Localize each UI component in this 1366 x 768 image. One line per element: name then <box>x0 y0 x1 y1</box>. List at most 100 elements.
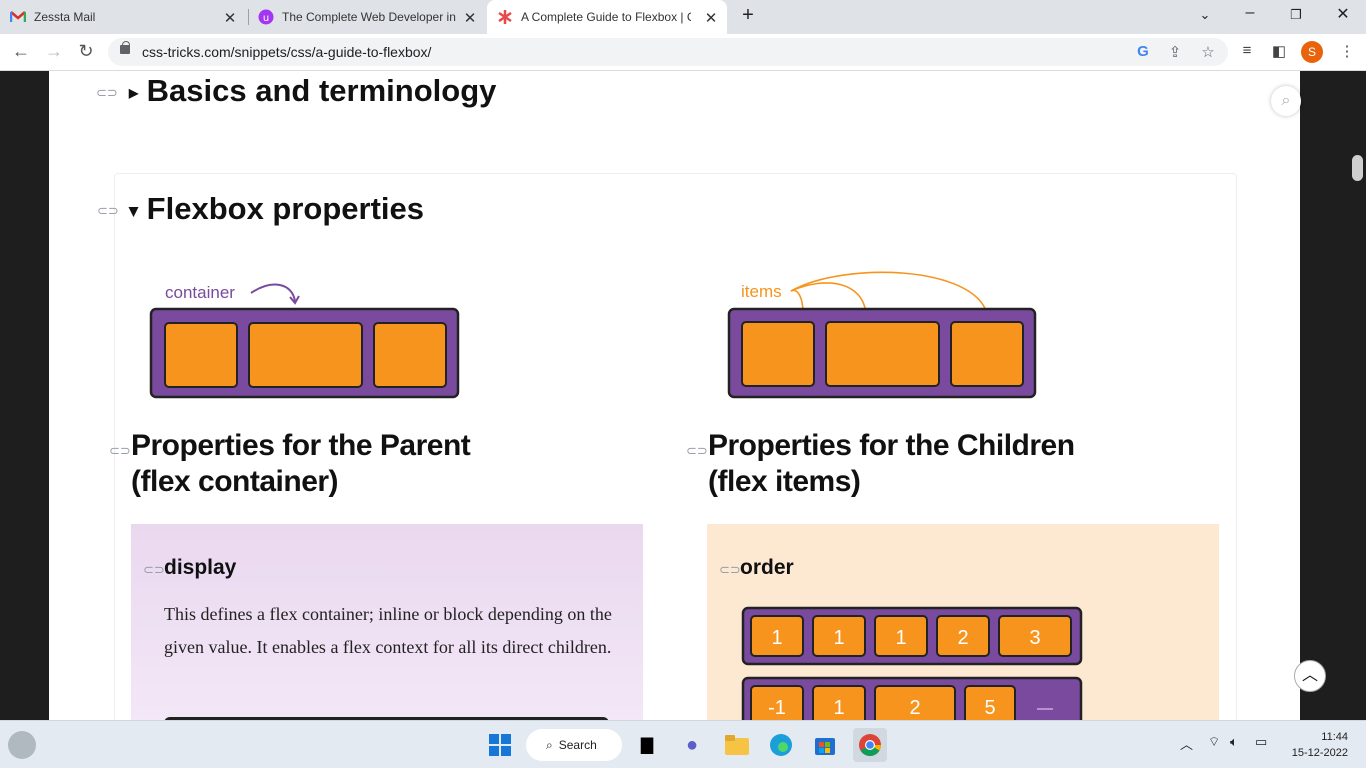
widgets-icon[interactable] <box>8 731 36 759</box>
udemy-icon: u <box>258 9 274 25</box>
side-panel-icon[interactable]: ◧ <box>1268 42 1290 60</box>
order-item-label: 5 <box>984 697 995 719</box>
parent-heading-line-2: (flex container) <box>131 465 339 498</box>
order-property-title: order <box>740 556 794 579</box>
windows-taskbar: ⌕ Search ▇ ● ︿ ⌔ 🔈︎ ▭ 11:44 15-12-2022 <box>0 720 1366 768</box>
scroll-to-top-button[interactable]: ︿ <box>1294 660 1326 692</box>
reload-icon[interactable]: ↻ <box>74 41 98 62</box>
order-item-label: 3 <box>1029 627 1040 649</box>
flex-item <box>741 321 815 387</box>
display-property-title: display <box>164 556 237 579</box>
display-property-description: This defines a flex container; inline or… <box>164 604 612 657</box>
page-viewport: ⊂⊃ ▸ Basics and terminology ⌕ ⊂⊃ ▾ Flexb… <box>0 71 1366 720</box>
scrollbar-thumb[interactable] <box>1352 155 1363 181</box>
url-text[interactable]: css-tricks.com/snippets/css/a-guide-to-f… <box>142 44 431 60</box>
clock-date: 15-12-2022 <box>1291 747 1348 759</box>
task-view-icon[interactable]: ▇ <box>633 731 661 759</box>
children-heading-line-1: Properties for the Children <box>708 429 1075 462</box>
start-icon[interactable] <box>486 731 514 759</box>
profile-avatar[interactable]: S <box>1301 41 1323 63</box>
show-hidden-icons-chevron[interactable]: ︿ <box>1180 734 1193 753</box>
collapsed-triangle-icon: ▸ <box>129 82 139 103</box>
order-item-label: 1 <box>833 697 844 719</box>
lock-icon <box>120 41 130 54</box>
svg-text:u: u <box>263 13 269 24</box>
tab-search-chevron-icon[interactable]: ⌄ <box>1190 7 1220 23</box>
parent-heading-line-1: Properties for the Parent <box>131 429 471 462</box>
search-label: Search <box>558 738 597 752</box>
flexbox-properties-heading[interactable]: ▾ Flexbox properties <box>129 191 424 227</box>
search-icon: ⌕ <box>546 737 553 752</box>
tab-title: The Complete Web Developer in <box>282 10 456 24</box>
page-scrollbar[interactable] <box>1349 71 1366 720</box>
store-icon[interactable] <box>811 731 839 759</box>
tab-separator <box>248 9 249 25</box>
battery-icon[interactable]: ▭ <box>1255 734 1267 750</box>
order-diagram: 1 1 1 2 3 -1 1 2 5 <box>741 606 1083 720</box>
flexbox-properties-heading-text: Flexbox properties <box>146 191 425 226</box>
anchor-link-icon[interactable]: ⊂⊃ <box>109 443 131 459</box>
system-clock[interactable]: 11:44 15-12-2022 <box>1284 729 1348 761</box>
address-bar[interactable]: css-tricks.com/snippets/css/a-guide-to-f… <box>108 38 1228 66</box>
gmail-icon <box>10 9 26 25</box>
order-item-label: -1 <box>768 697 786 719</box>
taskbar-search[interactable]: ⌕ Search <box>526 729 622 761</box>
anchor-link-icon[interactable]: ⊂⊃ <box>719 562 741 578</box>
tab-flexbox-guide[interactable]: A Complete Guide to Flexbox | CSS-Tricks… <box>487 0 727 34</box>
close-tab-icon[interactable]: ✕ <box>462 9 478 27</box>
parent-properties-panel: ⊂⊃ display This defines a flex container… <box>131 524 643 720</box>
order-item-label: 2 <box>909 697 920 719</box>
children-properties-heading: Properties for the Children (flex items) <box>708 428 1075 500</box>
back-icon[interactable]: ← <box>9 41 33 62</box>
flex-item <box>164 322 238 388</box>
new-tab-icon[interactable]: + <box>733 4 763 27</box>
css-tricks-icon <box>497 9 513 25</box>
children-heading-line-2: (flex items) <box>708 465 861 498</box>
tab-title: Zessta Mail <box>34 10 96 24</box>
close-tab-icon[interactable]: ✕ <box>222 9 238 27</box>
basics-heading[interactable]: ▸ Basics and terminology <box>129 73 496 109</box>
reading-list-icon[interactable]: ≡ <box>1236 42 1258 59</box>
forward-icon[interactable]: → <box>42 41 66 62</box>
minimize-icon[interactable]: – <box>1235 4 1265 22</box>
tab-web-developer[interactable]: u The Complete Web Developer in ✕ <box>258 0 486 34</box>
anchor-link-icon[interactable]: ⊂⊃ <box>143 562 165 578</box>
flex-item <box>825 321 940 387</box>
order-item-label: 2 <box>957 627 968 649</box>
google-translate-icon[interactable]: G <box>1133 43 1153 60</box>
flex-item <box>373 322 447 388</box>
order-item-label: 1 <box>833 627 844 649</box>
flex-item <box>248 322 363 388</box>
expanded-triangle-icon: ▾ <box>129 200 139 221</box>
volume-icon[interactable]: 🔈︎ <box>1230 734 1238 750</box>
children-properties-panel: ⊂⊃ order 1 1 1 2 3 -1 1 2 5 <box>707 524 1219 720</box>
chrome-icon[interactable] <box>853 728 887 762</box>
order-item-label: 1 <box>895 627 906 649</box>
flex-items-diagram: items <box>727 271 1037 399</box>
browser-toolbar: ← → ↻ css-tricks.com/snippets/css/a-guid… <box>0 34 1366 71</box>
anchor-link-icon[interactable]: ⊂⊃ <box>97 203 119 219</box>
tab-strip: Zessta Mail ✕ u The Complete Web Develop… <box>0 0 1366 34</box>
chat-icon[interactable]: ● <box>678 731 706 759</box>
file-explorer-icon[interactable] <box>723 731 751 759</box>
close-tab-icon[interactable]: ✕ <box>703 9 719 27</box>
search-icon[interactable]: ⌕ <box>1271 86 1301 116</box>
items-label: items <box>741 282 782 301</box>
share-icon[interactable]: ⇪ <box>1165 43 1185 61</box>
menu-kebab-icon[interactable]: ⋮ <box>1336 42 1358 60</box>
tab-zessta-mail[interactable]: Zessta Mail ✕ <box>10 0 246 34</box>
bookmark-star-icon[interactable]: ☆ <box>1198 43 1218 61</box>
order-item-label: 1 <box>771 627 782 649</box>
container-label: container <box>165 283 235 302</box>
flex-container-diagram: container <box>149 283 460 399</box>
anchor-link-icon[interactable]: ⊂⊃ <box>686 443 708 459</box>
wifi-icon[interactable]: ⌔ <box>1208 734 1220 750</box>
tab-title: A Complete Guide to Flexbox | CSS-Tricks <box>521 10 691 24</box>
parent-properties-heading: Properties for the Parent (flex containe… <box>131 428 471 500</box>
edge-icon[interactable] <box>767 731 795 759</box>
clock-time: 11:44 <box>1321 731 1348 743</box>
anchor-link-icon[interactable]: ⊂⊃ <box>96 85 118 101</box>
basics-heading-text: Basics and terminology <box>146 73 497 108</box>
close-window-icon[interactable]: ✕ <box>1328 4 1358 24</box>
restore-icon[interactable]: ❐ <box>1281 7 1311 23</box>
